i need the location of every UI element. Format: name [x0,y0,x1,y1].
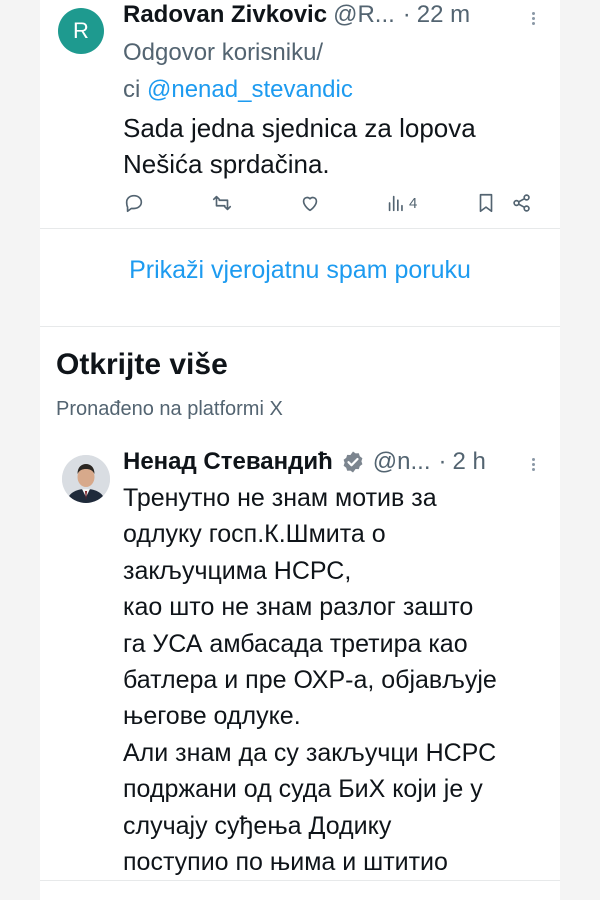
repost-button[interactable] [211,188,233,218]
bookmark-icon [479,193,493,213]
reply-icon [125,194,143,213]
tweet-text-line: закључцима НСРС, [123,556,352,585]
tweet-actions: 4 [123,188,560,218]
avatar[interactable] [62,455,110,503]
avatar-photo-image [62,455,110,503]
tweet-text-line: га УСА амбасада третира као [123,629,468,658]
discover-title: Otkrijte više [56,348,228,381]
repost-icon [212,195,232,211]
author-name[interactable]: Ненад Стевандић [123,448,333,476]
tweet-header: Ненад Стевандић @n... · 2 h [123,446,486,478]
right-margin [560,0,600,900]
tweet-text-line: батлера и пре ОХР-а, објављује [123,666,497,695]
more-dots-icon[interactable] [530,10,536,30]
like-button[interactable] [299,188,321,218]
timeline-screen: R Radovan Zivkovic @R... · 22 m Odgovor … [40,0,560,900]
reply-mention-link[interactable]: @nenad_stevandic [147,76,353,103]
tweet-text-line: Тренутно не знам мотив за [123,484,437,512]
discover-subtitle: Pronađeno na platformi X [56,398,283,420]
tweet-text-line: као што не знам разлог зашто [123,593,474,622]
tweet-text: Sada jedna sjednica za lopova Nešića spr… [123,110,543,182]
tweet-text-line: поступио по њима и штитио [123,848,448,877]
views-count: 4 [409,194,418,212]
author-name[interactable]: Radovan Zivkovic [123,1,327,29]
divider [40,228,560,229]
reply-button[interactable] [123,188,145,218]
separator-dot: · [402,1,411,28]
tweet-text-line: Sada jedna sjednica za lopova [123,113,476,143]
avatar-letter: R [73,18,89,43]
reply-tweet[interactable]: R Radovan Zivkovic @R... · 22 m Odgovor … [40,0,560,228]
views-icon [388,195,403,212]
left-margin [0,0,40,900]
reply-to-prefix: ci [123,76,147,103]
author-handle[interactable]: @n... [373,448,431,476]
divider [40,880,560,881]
tweet-text-line: Nešića sprdačina. [123,149,330,179]
separator-dot: · [438,448,447,475]
show-spam-link[interactable]: Prikaži vjerojatnu spam poruku [40,256,560,285]
tweet-text-line: Али знам да су закључци НСРС [123,738,497,767]
tweet-text-line: одлуку госп.К.Шмита о [123,520,386,549]
tweet-time[interactable]: 22 m [417,1,470,29]
bookmark-button[interactable] [475,188,497,218]
tweet-text-line: случају суђења Додику [123,811,392,840]
tweet-text-line: подржани од суда БиХ који је у [123,775,483,804]
share-icon [513,194,530,212]
like-icon [302,196,318,212]
reply-to-label: Odgovor korisniku/ ci @nenad_stevandic [123,34,353,108]
reply-to-line1: Odgovor korisniku/ [123,39,324,66]
verified-badge-icon [343,451,363,473]
tweet-text: Тренутно не знам мотив за одлуку госп.К.… [123,480,543,880]
divider [40,326,560,327]
author-handle[interactable]: @R... [333,1,395,29]
tweet-header: Radovan Zivkovic @R... · 22 m [123,0,470,30]
views-button[interactable]: 4 [385,188,417,218]
more-dots-icon[interactable] [530,456,536,476]
share-button[interactable] [511,188,533,218]
avatar[interactable]: R [58,8,104,54]
tweet-time[interactable]: 2 h [453,448,486,476]
tweet-text-line: његове одлуке. [123,702,301,731]
